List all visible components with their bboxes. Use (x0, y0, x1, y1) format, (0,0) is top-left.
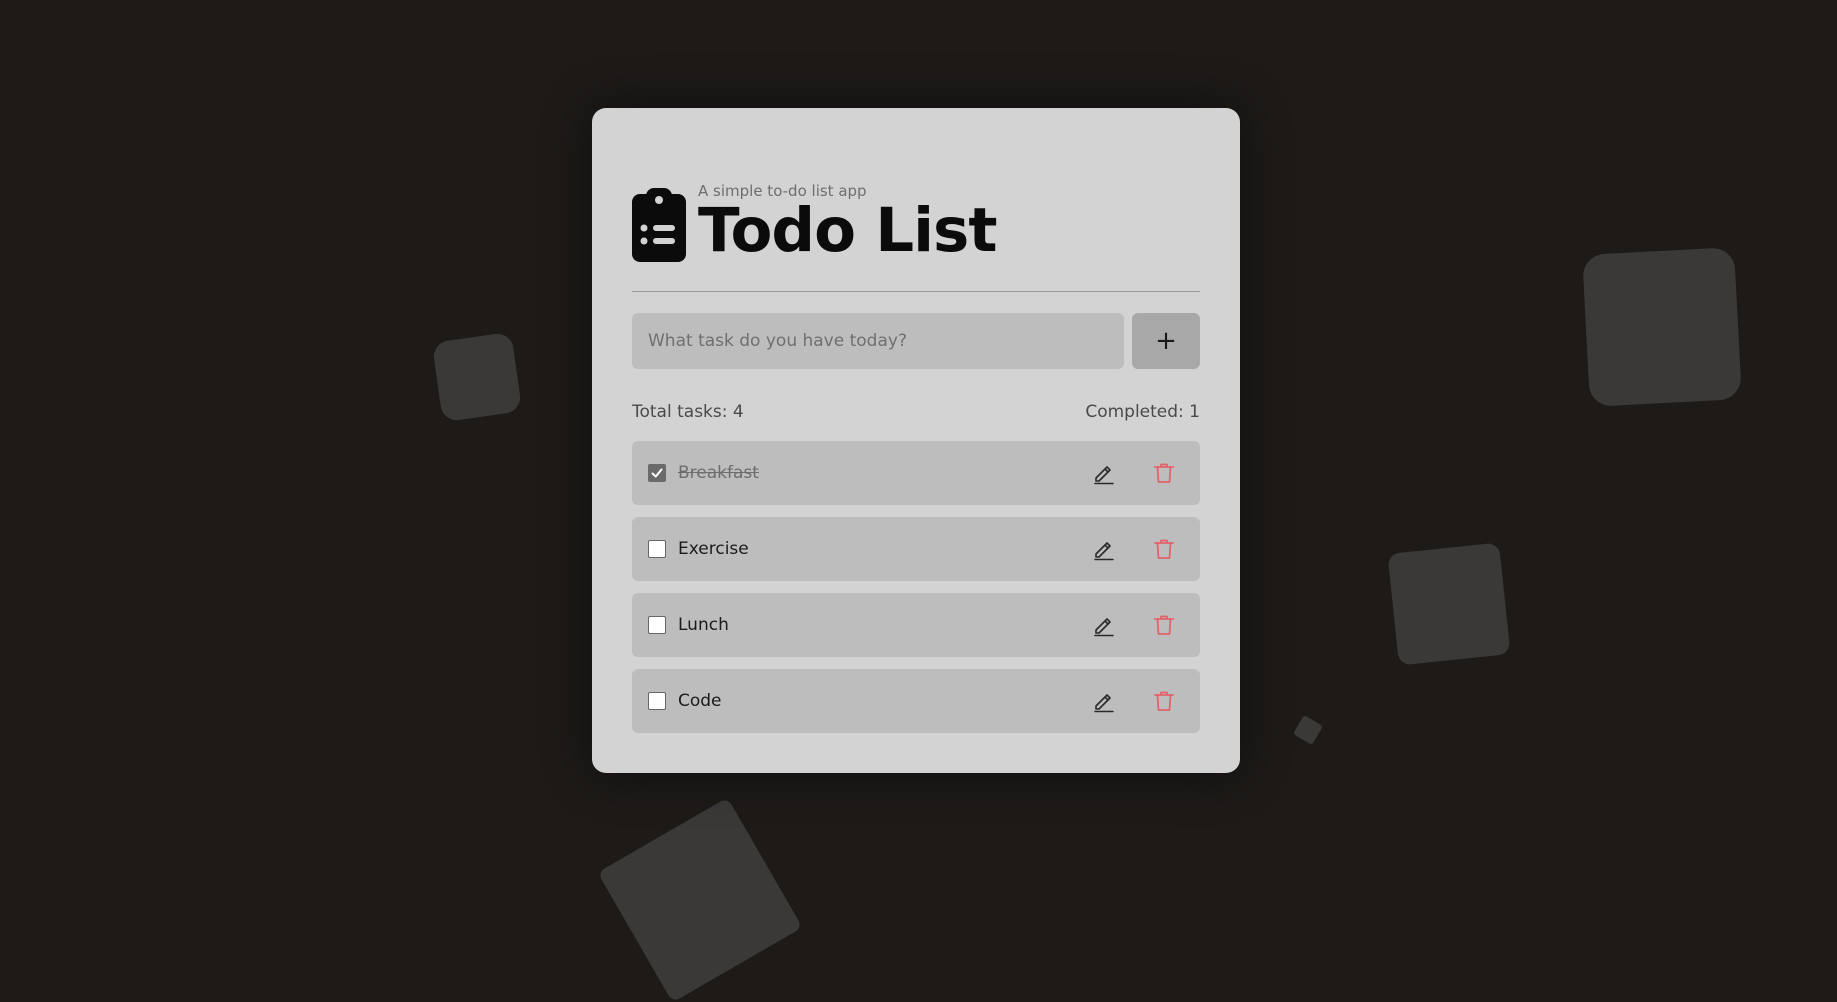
task-item: Code (632, 669, 1200, 733)
task-stats: Total tasks: 4 Completed: 1 (632, 402, 1200, 422)
completed-tasks-label: Completed: 1 (1085, 402, 1200, 422)
total-tasks-label: Total tasks: 4 (632, 402, 744, 422)
decor-square (1387, 542, 1511, 666)
task-label: Code (678, 691, 722, 711)
app-header: A simple to-do list app Todo List (632, 182, 997, 266)
task-item: Breakfast (632, 441, 1200, 505)
plus-icon: + (1155, 326, 1177, 356)
title-group: A simple to-do list app Todo List (698, 182, 997, 266)
trash-icon[interactable] (1152, 689, 1176, 713)
task-item: Exercise (632, 517, 1200, 581)
header-divider (632, 291, 1200, 292)
task-label: Lunch (678, 615, 729, 635)
trash-icon[interactable] (1152, 613, 1176, 637)
task-checkbox[interactable] (648, 616, 666, 634)
trash-icon[interactable] (1152, 537, 1176, 561)
checkmark-icon (651, 468, 663, 478)
task-checkbox[interactable] (648, 464, 666, 482)
task-label: Exercise (678, 539, 749, 559)
edit-icon[interactable] (1092, 613, 1116, 637)
edit-icon[interactable] (1092, 689, 1116, 713)
edit-icon[interactable] (1092, 461, 1116, 485)
task-checkbox[interactable] (648, 692, 666, 710)
edit-icon[interactable] (1092, 537, 1116, 561)
task-item: Lunch (632, 593, 1200, 657)
trash-icon[interactable] (1152, 461, 1176, 485)
decor-square (597, 797, 803, 1002)
todo-card: A simple to-do list app Todo List + Tota… (592, 108, 1240, 773)
clipboard-list-icon (632, 188, 686, 262)
task-list: Breakfast Exercise Lunch Code (632, 441, 1200, 745)
task-input[interactable] (632, 313, 1124, 369)
decor-square (1582, 247, 1742, 407)
decor-square (1292, 714, 1324, 746)
decor-square (431, 331, 523, 423)
app-title: Todo List (698, 195, 997, 266)
task-label: Breakfast (678, 463, 759, 483)
task-checkbox[interactable] (648, 540, 666, 558)
add-task-button[interactable]: + (1132, 313, 1200, 369)
